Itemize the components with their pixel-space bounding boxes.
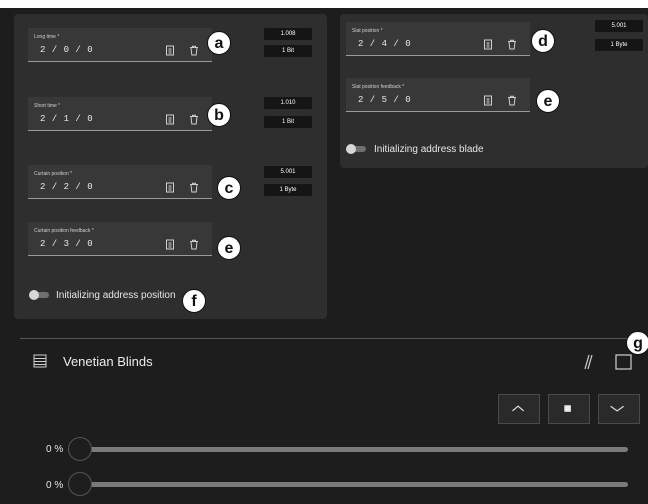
copy-icon[interactable] bbox=[483, 95, 493, 106]
field-label: Slat position feedback * bbox=[352, 84, 405, 90]
field-label: Long time * bbox=[34, 34, 60, 40]
toggle-label: Initializing address position bbox=[56, 290, 176, 301]
toggle-knob bbox=[346, 144, 356, 154]
slider-position-value: 0 % bbox=[46, 444, 64, 455]
blinds-stop-button[interactable] bbox=[548, 394, 590, 424]
field-label: Curtain position feedback * bbox=[34, 228, 94, 234]
field-label: Short time * bbox=[34, 103, 61, 109]
field-value: 2 / 1 / 0 bbox=[40, 114, 94, 124]
type-box: 1 Bit bbox=[264, 116, 312, 128]
field-value: 2 / 3 / 0 bbox=[40, 239, 94, 249]
address-box: 5.001 bbox=[595, 20, 643, 32]
field-label: Slat position * bbox=[352, 28, 383, 34]
trash-icon[interactable] bbox=[507, 95, 517, 106]
curtain-position-field[interactable]: Curtain position * 2 / 2 / 0 bbox=[28, 165, 212, 199]
copy-icon[interactable] bbox=[483, 39, 493, 50]
long-time-field[interactable]: Long time * 2 / 0 / 0 bbox=[28, 28, 212, 62]
trash-icon[interactable] bbox=[189, 114, 199, 125]
annotation-badge-e-left: e bbox=[217, 236, 241, 260]
toggle-knob bbox=[29, 290, 39, 300]
trash-icon[interactable] bbox=[189, 239, 199, 250]
blade-slider-track[interactable] bbox=[68, 482, 628, 487]
field-value: 2 / 4 / 0 bbox=[358, 39, 412, 49]
type-box: 1 Byte bbox=[595, 39, 643, 51]
toggle-label: Initializing address blade bbox=[374, 144, 484, 155]
field-label: Curtain position * bbox=[34, 171, 73, 177]
page: Long time * 2 / 0 / 0 a 1.008 1 Bit Shor… bbox=[0, 0, 648, 504]
trash-icon[interactable] bbox=[507, 39, 517, 50]
address-box: 1.008 bbox=[264, 28, 312, 40]
trash-icon[interactable] bbox=[189, 182, 199, 193]
initializing-address-position-toggle[interactable] bbox=[29, 290, 49, 300]
blinds-icon bbox=[33, 354, 47, 368]
trash-icon[interactable] bbox=[189, 45, 199, 56]
initializing-address-blade-toggle[interactable] bbox=[346, 144, 366, 154]
position-slider-knob[interactable] bbox=[68, 437, 92, 461]
field-value: 2 / 5 / 0 bbox=[358, 95, 412, 105]
blinds-up-button[interactable] bbox=[498, 394, 540, 424]
blade-slider-knob[interactable] bbox=[68, 472, 92, 496]
copy-icon[interactable] bbox=[165, 182, 175, 193]
annotation-badge-f: f bbox=[182, 289, 206, 313]
address-box: 5.001 bbox=[264, 166, 312, 178]
copy-icon[interactable] bbox=[165, 45, 175, 56]
slat-position-feedback-field[interactable]: Slat position feedback * 2 / 5 / 0 bbox=[346, 78, 530, 112]
top-strip bbox=[0, 0, 648, 8]
expand-icon[interactable] bbox=[615, 353, 633, 371]
copy-icon[interactable] bbox=[165, 114, 175, 125]
chevron-down-icon bbox=[610, 405, 625, 412]
address-box: 1.010 bbox=[264, 97, 312, 109]
position-slider-track[interactable] bbox=[68, 447, 628, 452]
annotation-badge-a: a bbox=[207, 31, 231, 55]
field-value: 2 / 2 / 0 bbox=[40, 182, 94, 192]
stop-icon bbox=[564, 405, 571, 412]
copy-icon[interactable] bbox=[165, 239, 175, 250]
annotation-badge-g: g bbox=[626, 331, 648, 355]
annotation-badge-b: b bbox=[207, 103, 231, 127]
blinds-down-button[interactable] bbox=[598, 394, 640, 424]
resize-handle-icon[interactable] bbox=[581, 354, 593, 370]
short-time-field[interactable]: Short time * 2 / 1 / 0 bbox=[28, 97, 212, 131]
annotation-badge-c: c bbox=[217, 176, 241, 200]
curtain-position-feedback-field[interactable]: Curtain position feedback * 2 / 3 / 0 bbox=[28, 222, 212, 256]
slat-position-field[interactable]: Slat position * 2 / 4 / 0 bbox=[346, 22, 530, 56]
annotation-badge-d: d bbox=[531, 29, 555, 53]
field-value: 2 / 0 / 0 bbox=[40, 45, 94, 55]
widget-title: Venetian Blinds bbox=[63, 354, 153, 369]
annotation-badge-e-right: e bbox=[536, 89, 560, 113]
slider-blade-value: 0 % bbox=[46, 480, 64, 491]
widget-divider bbox=[20, 338, 648, 339]
chevron-up-icon bbox=[512, 405, 525, 412]
type-box: 1 Bit bbox=[264, 45, 312, 57]
type-box: 1 Byte bbox=[264, 184, 312, 196]
